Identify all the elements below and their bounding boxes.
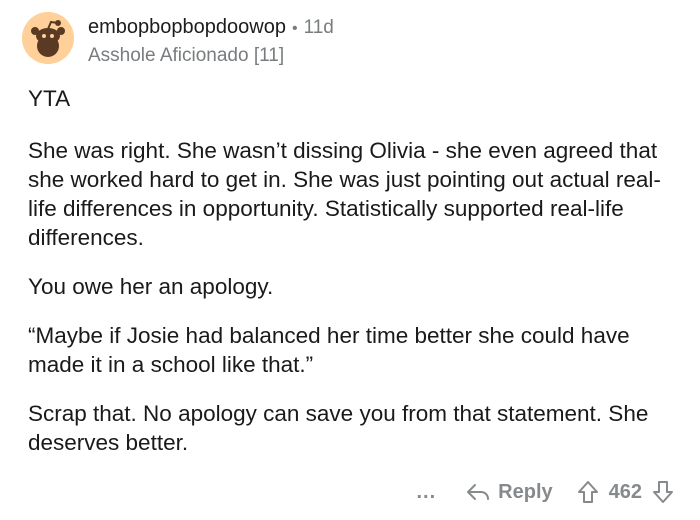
separator-dot: • [291,20,298,37]
comment-paragraph: Scrap that. No apology can save you from… [28,401,649,455]
vote-score: 462 [608,480,642,503]
user-flair: Asshole Aficionado [11] [88,45,285,66]
comment-header: embopbopbopdoowop • 11d Asshole Aficionado… [22,12,334,68]
reply-arrow-icon [467,484,490,500]
snoo-avatar-icon [22,12,74,64]
comment-time[interactable]: 11d [304,17,334,38]
vote-controls: 462 [577,480,674,504]
downvote-arrow-icon[interactable] [652,480,674,504]
comment-paragraph: She was right. She wasn’t dissing Olivia… [28,138,661,250]
reply-label: Reply [498,480,553,503]
upvote-arrow-icon[interactable] [577,480,599,504]
comment-paragraph: “Maybe if Josie had balanced her time be… [28,323,630,377]
comment-paragraph: YTA [28,86,71,111]
username[interactable]: embopbopbopdoowop [88,16,286,38]
comment-body: YTA She was right. She wasn’t dissing Ol… [28,84,678,477]
reply-button[interactable]: Reply [466,480,553,504]
comment-paragraph: You owe her an apology. [28,274,274,299]
more-options-button[interactable]: ... [416,481,436,504]
comment-actions: ... Reply 462 [416,480,674,504]
avatar[interactable] [22,12,74,64]
